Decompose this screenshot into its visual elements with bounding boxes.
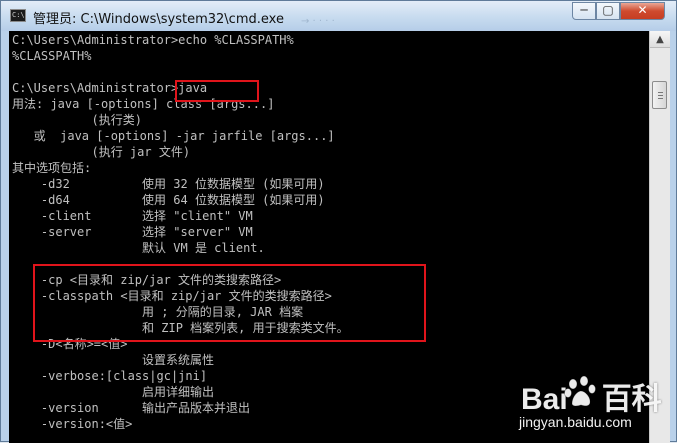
console-line: -server 选择 "server" VM [12, 225, 253, 239]
console-line: 或 java [-options] -jar jarfile [args...] [12, 129, 335, 143]
console-line: 其中选项包括: [12, 161, 92, 175]
maximize-button[interactable]: ▢ [596, 2, 620, 20]
console-line: 默认 VM 是 client. [12, 241, 265, 255]
baidu-paw-icon [564, 376, 596, 407]
scroll-up-arrow-icon[interactable]: ▲ [650, 31, 670, 48]
background-window-text: → · · · · [301, 16, 335, 27]
console-line: 设置系统属性 [12, 353, 215, 367]
console-line: -version:<值> [12, 417, 133, 431]
console-line: (执行 jar 文件) [12, 145, 191, 159]
console-line: -verbose:[class|gc|jni] [12, 369, 208, 383]
cmd-app-icon[interactable]: C:\ [10, 9, 26, 22]
console-line: (执行类) [12, 113, 142, 127]
classpath-options-highlight [33, 264, 426, 342]
console-line: C:\Users\Administrator>echo %CLASSPATH% [12, 33, 294, 47]
minimize-button[interactable]: ─ [572, 2, 596, 20]
console-line: -d64 使用 64 位数据模型 (如果可用) [12, 193, 325, 207]
window-title: 管理员: C:\Windows\system32\cmd.exe [33, 12, 284, 27]
console-line: -d32 使用 32 位数据模型 (如果可用) [12, 177, 325, 191]
console-line: -version 输出产品版本并退出 [12, 401, 251, 415]
console-line: %CLASSPATH% [12, 49, 92, 63]
baidu-jingyan-watermark: Bai 百科 jingyan.baidu.com [517, 374, 667, 434]
title-bar[interactable]: C:\ 管理员: C:\Windows\system32\cmd.exe → ·… [1, 1, 676, 31]
close-button[interactable]: ✕ [620, 2, 665, 20]
java-command-highlight [175, 80, 259, 102]
console-line: -client 选择 "client" VM [12, 209, 253, 223]
console-line: 启用详细输出 [12, 385, 215, 399]
watermark-url: jingyan.baidu.com [519, 414, 632, 430]
scrollbar-thumb[interactable] [652, 81, 667, 109]
